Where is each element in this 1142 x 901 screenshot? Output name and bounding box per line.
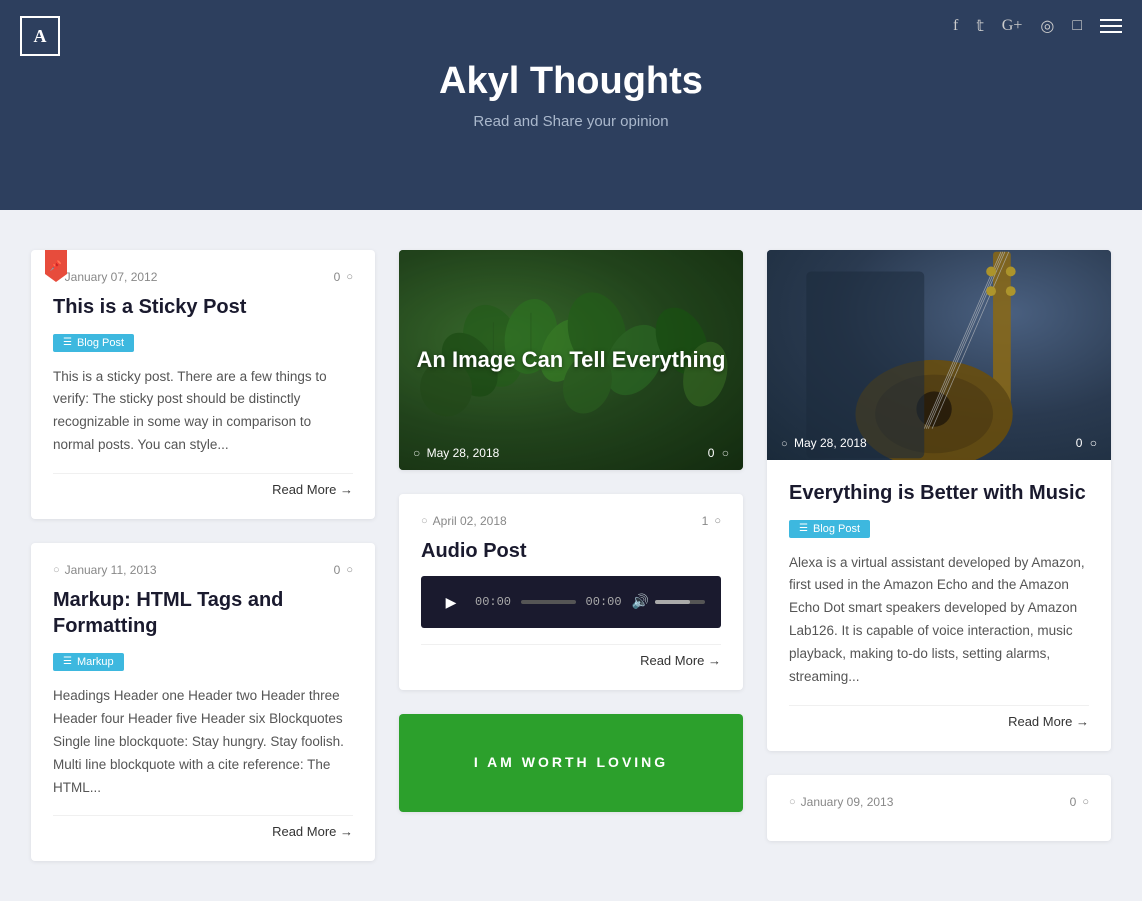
music-image-comments: 0 ○ (1076, 436, 1097, 450)
music-image-card: ○ May 28, 2018 0 ○ Everything is Better … (767, 250, 1111, 751)
audio-post-comments: 1 ○ (702, 514, 721, 528)
image-post-meta: ○ May 28, 2018 0 ○ (413, 446, 729, 460)
img-clock-icon: ○ (413, 446, 420, 460)
bottom-comment-count: 0 (1070, 795, 1077, 809)
markup-post-excerpt: Headings Header one Header two Header th… (53, 685, 353, 800)
music-clock-icon: ○ (781, 438, 788, 450)
sticky-post-comments: 0 ○ (334, 270, 353, 284)
audio-time-current: 00:00 (475, 595, 511, 609)
markup-post-comments: 0 ○ (334, 563, 353, 577)
clock-icon-2: ○ (53, 564, 60, 576)
markup-post-card: ○ January 11, 2013 0 ○ Markup: HTML Tags… (31, 543, 375, 861)
markup-comment-count: 0 (334, 563, 341, 577)
play-button[interactable]: ▶ (437, 588, 465, 616)
header-navigation: f 𝕥 G+ ◎ □ (953, 16, 1122, 36)
green-post-body: I AM WORTH LOVING (399, 714, 743, 812)
image-post-title: An Image Can Tell Everything (401, 347, 742, 373)
audio-progress-bar[interactable] (521, 600, 576, 604)
guitar-svg (767, 250, 1111, 460)
site-subtitle: Read and Share your opinion (20, 113, 1122, 130)
audio-post-date: April 02, 2018 (433, 514, 507, 528)
sticky-post-body: ○ January 07, 2012 0 ○ This is a Sticky … (31, 250, 375, 519)
twitter-icon[interactable]: 𝕥 (976, 16, 983, 36)
comment-icon: ○ (346, 271, 353, 283)
music-post-title: Everything is Better with Music (789, 480, 1089, 506)
sticky-comment-count: 0 (334, 270, 341, 284)
bottom-clock-icon: ○ (789, 796, 796, 808)
audio-comment-icon: ○ (714, 515, 721, 527)
facebook-icon[interactable]: f (953, 17, 958, 35)
green-post-title: I AM WORTH LOVING (474, 754, 668, 770)
sticky-post-tag[interactable]: ☰ Blog Post (53, 334, 134, 352)
audio-player: ▶ 00:00 00:00 🔊 (421, 576, 721, 628)
bottom-post-meta: ○ January 09, 2013 0 ○ (789, 795, 1089, 809)
audio-clock-icon: ○ (421, 515, 428, 527)
site-header: A f 𝕥 G+ ◎ □ Akyl Thoughts Read and Shar… (0, 0, 1142, 210)
image-post-bg: An Image Can Tell Everything ○ May 28, 2… (399, 250, 743, 470)
sticky-post-excerpt: This is a sticky post. There are a few t… (53, 366, 353, 458)
middle-column: An Image Can Tell Everything ○ May 28, 2… (399, 250, 743, 812)
music-post-body: Everything is Better with Music ☰ Blog P… (767, 460, 1111, 751)
audio-post-body: ○ April 02, 2018 1 ○ Audio Post ▶ 00:00 (399, 494, 743, 690)
audio-post-date-area: ○ April 02, 2018 (421, 514, 507, 528)
markup-post-title: Markup: HTML Tags and Formatting (53, 587, 353, 639)
markup-post-meta: ○ January 11, 2013 0 ○ (53, 563, 353, 577)
sticky-post-read-more[interactable]: Read More → (53, 473, 353, 497)
img-comment-icon: ○ (722, 446, 729, 460)
sticky-post-date-area: ○ January 07, 2012 (53, 270, 157, 284)
image-post-comments: 0 ○ (708, 446, 729, 460)
music-image-bg: ○ May 28, 2018 0 ○ (767, 250, 1111, 460)
image-post-overlay: An Image Can Tell Everything (399, 250, 743, 470)
audio-time-total: 00:00 (586, 595, 622, 609)
music-img-comment-icon: ○ (1090, 436, 1097, 450)
tag-icon: ☰ (63, 337, 72, 348)
left-column: 📌 ○ January 07, 2012 0 ○ This is a Stick… (31, 250, 375, 861)
bottom-post-date: January 09, 2013 (801, 795, 894, 809)
site-title: Akyl Thoughts (20, 60, 1122, 103)
image-post-date: ○ May 28, 2018 (413, 446, 499, 460)
bottom-post-date-area: ○ January 09, 2013 (789, 795, 893, 809)
markup-post-date-area: ○ January 11, 2013 (53, 563, 157, 577)
music-post-read-more[interactable]: Read More → (789, 705, 1089, 729)
main-content: 📌 ○ January 07, 2012 0 ○ This is a Stick… (11, 210, 1131, 901)
volume-fill (655, 600, 690, 604)
markup-post-tag[interactable]: ☰ Markup (53, 653, 124, 671)
bottom-post-body: ○ January 09, 2013 0 ○ (767, 775, 1111, 841)
markup-tag-icon: ☰ (63, 656, 72, 667)
dribbble-icon[interactable]: ◎ (1040, 16, 1054, 36)
audio-comment-count: 1 (702, 514, 709, 528)
music-tag-icon: ☰ (799, 523, 808, 534)
sticky-post-title: This is a Sticky Post (53, 294, 353, 320)
google-plus-icon[interactable]: G+ (1002, 17, 1023, 35)
markup-comment-icon: ○ (346, 564, 353, 576)
markup-post-body: ○ January 11, 2013 0 ○ Markup: HTML Tags… (31, 543, 375, 861)
audio-volume-control: 🔊 (632, 594, 705, 611)
audio-post-card: ○ April 02, 2018 1 ○ Audio Post ▶ 00:00 (399, 494, 743, 690)
volume-bar[interactable] (655, 600, 705, 604)
bottom-post-comments: 0 ○ (1070, 795, 1089, 809)
volume-icon[interactable]: 🔊 (632, 594, 649, 611)
music-image-meta: ○ May 28, 2018 0 ○ (781, 436, 1097, 450)
markup-post-read-more[interactable]: Read More → (53, 815, 353, 839)
audio-post-meta: ○ April 02, 2018 1 ○ (421, 514, 721, 528)
music-post-date-img: ○ May 28, 2018 (781, 436, 867, 450)
bottom-comment-icon: ○ (1082, 796, 1089, 808)
menu-icon[interactable] (1100, 19, 1122, 33)
green-post-card[interactable]: I AM WORTH LOVING (399, 714, 743, 812)
music-post-excerpt: Alexa is a virtual assistant developed b… (789, 552, 1089, 690)
sticky-post-meta: ○ January 07, 2012 0 ○ (53, 270, 353, 284)
site-logo[interactable]: A (20, 16, 60, 56)
instagram-icon[interactable]: □ (1072, 17, 1082, 35)
right-column: ○ May 28, 2018 0 ○ Everything is Better … (767, 250, 1111, 841)
image-post-card[interactable]: An Image Can Tell Everything ○ May 28, 2… (399, 250, 743, 470)
audio-post-read-more[interactable]: Read More → (421, 644, 721, 668)
music-post-tag[interactable]: ☰ Blog Post (789, 520, 870, 538)
sticky-post-card: 📌 ○ January 07, 2012 0 ○ This is a Stick… (31, 250, 375, 519)
sticky-post-date: January 07, 2012 (65, 270, 158, 284)
audio-post-title: Audio Post (421, 538, 721, 564)
markup-post-date: January 11, 2013 (65, 563, 157, 577)
bottom-post-card: ○ January 09, 2013 0 ○ (767, 775, 1111, 841)
